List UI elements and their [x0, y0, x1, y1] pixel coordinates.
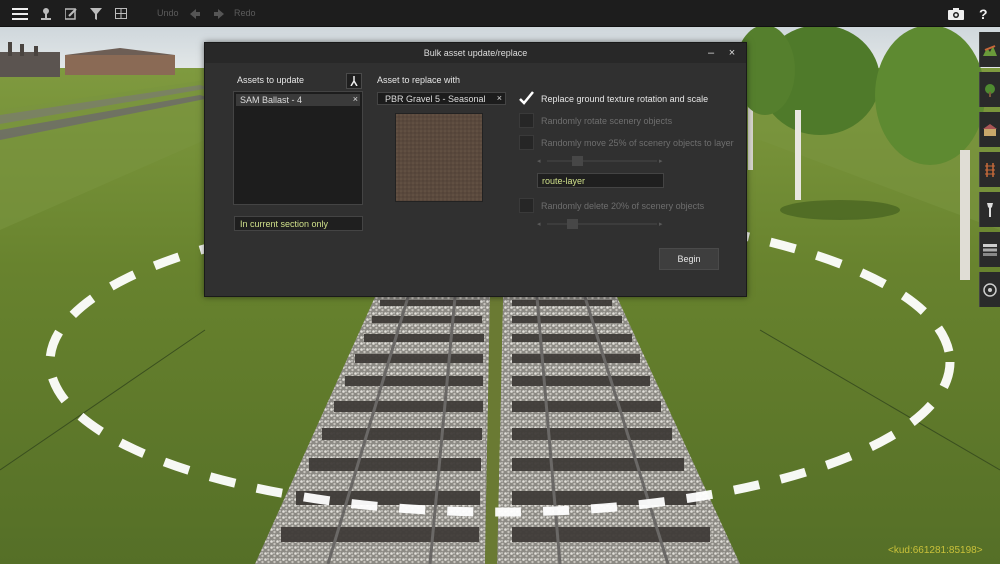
assets-to-update-label: Assets to update	[237, 75, 305, 85]
camera-icon[interactable]	[946, 4, 966, 23]
grid-icon[interactable]	[111, 4, 131, 23]
eyedropper-icon	[350, 76, 358, 86]
wrench-icon[interactable]	[979, 192, 1000, 227]
assets-to-update-list[interactable]: SAM Ballast - 4 ×	[233, 91, 363, 205]
edit-icon[interactable]	[61, 4, 81, 23]
slider-track	[547, 223, 657, 225]
settings-icon[interactable]	[979, 272, 1000, 307]
checkmark-icon	[519, 91, 534, 105]
slider-left-arrow-icon[interactable]: ◂	[537, 220, 541, 228]
person-icon[interactable]	[36, 4, 56, 23]
redo-arrow-icon[interactable]	[209, 4, 229, 23]
replacement-asset-label: PBR Gravel 5 - Seasonal	[385, 94, 486, 104]
minimize-button[interactable]: –	[704, 46, 718, 60]
undo-arrow-icon[interactable]	[185, 4, 205, 23]
slider-left-arrow-icon[interactable]: ◂	[537, 157, 541, 165]
slider-thumb[interactable]	[566, 219, 578, 229]
remove-asset-button[interactable]: ×	[353, 94, 358, 104]
option-label: Replace ground texture rotation and scal…	[541, 94, 709, 104]
asset-item-label: SAM Ballast - 4	[240, 95, 303, 105]
slider-right-arrow-icon[interactable]: ▸	[659, 220, 663, 228]
texture-preview-thumbnail	[395, 113, 483, 202]
tree-icon[interactable]	[979, 72, 1000, 107]
slider-thumb[interactable]	[571, 156, 583, 166]
svg-text:?: ?	[979, 7, 988, 21]
checkbox-move-to-layer[interactable]	[519, 135, 534, 150]
menu-icon[interactable]	[10, 4, 30, 23]
layers-icon[interactable]	[979, 232, 1000, 267]
track-icon[interactable]	[979, 152, 1000, 187]
layer-value: route-layer	[542, 176, 586, 186]
slider-right-arrow-icon[interactable]: ▸	[659, 157, 663, 165]
dialog-title: Bulk asset update/replace	[423, 48, 528, 58]
replacement-asset-field[interactable]: PBR Gravel 5 - Seasonal ×	[377, 92, 506, 105]
right-tool-sidebar	[979, 32, 1000, 312]
redo-label[interactable]: Redo	[234, 8, 256, 18]
layer-input[interactable]: route-layer	[537, 173, 664, 188]
delete-percent-slider[interactable]: ◂ ▸	[537, 219, 665, 229]
bulk-asset-update-dialog: Bulk asset update/replace – × Assets to …	[204, 42, 747, 297]
edit-assets-button[interactable]	[346, 73, 362, 89]
building-icon[interactable]	[979, 112, 1000, 147]
option-label: Randomly rotate scenery objects	[541, 116, 673, 126]
move-percent-slider[interactable]: ◂ ▸	[537, 156, 665, 166]
close-button[interactable]: ×	[725, 46, 739, 60]
undo-label[interactable]: Undo	[157, 8, 179, 18]
filter-icon[interactable]	[86, 4, 106, 23]
section-scope-value: In current section only	[240, 219, 329, 229]
option-label: Randomly delete 20% of scenery objects	[541, 201, 705, 211]
terrain-icon[interactable]	[979, 32, 1000, 67]
list-item[interactable]: SAM Ballast - 4 ×	[236, 94, 360, 106]
slider-track	[547, 160, 657, 162]
clear-replacement-button[interactable]: ×	[497, 93, 502, 103]
top-toolbar: Undo Redo ?	[0, 0, 1000, 27]
map-coordinates-readout: <kud:661281:85198>	[888, 545, 983, 556]
help-icon[interactable]: ?	[974, 4, 994, 23]
section-scope-dropdown[interactable]: In current section only	[234, 216, 363, 231]
checkbox-rotate-objects[interactable]	[519, 113, 534, 128]
checkbox-replace-texture[interactable]	[519, 91, 534, 106]
asset-to-replace-label: Asset to replace with	[377, 75, 461, 85]
dialog-titlebar[interactable]: Bulk asset update/replace – ×	[205, 43, 746, 63]
begin-button[interactable]: Begin	[659, 248, 719, 270]
option-label: Randomly move 25% of scenery objects to …	[541, 138, 734, 148]
checkbox-delete-objects[interactable]	[519, 198, 534, 213]
